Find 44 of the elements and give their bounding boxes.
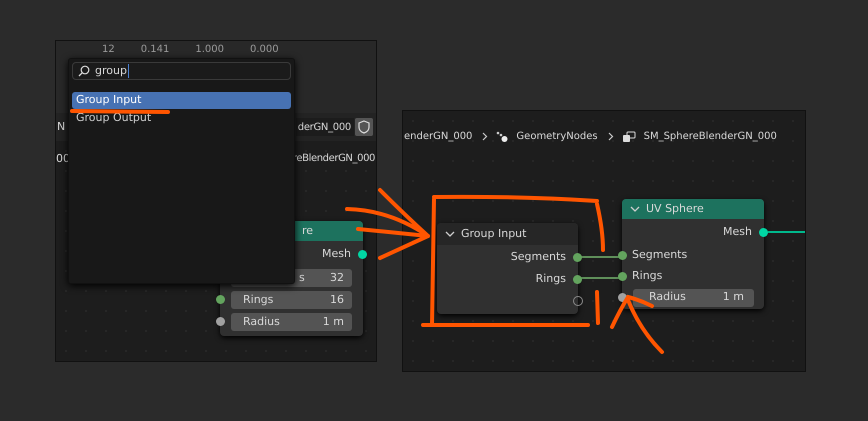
breadcrumb-item[interactable]: enderGN_000 [404,129,472,144]
breadcrumb-item[interactable]: SM_SphereBlenderGN_000 [644,129,777,144]
socket-label: Segments [510,248,566,265]
value-field[interactable]: Radius 1 m [231,313,352,331]
search-result[interactable]: Group Output [72,110,291,127]
chevron-right-icon [608,132,614,141]
table-cell-text: 0.141 [140,43,170,57]
node-card[interactable]: Group Input Segments Rings [437,223,578,314]
socket[interactable] [759,228,768,237]
socket-label: Mesh [723,224,752,240]
search-icon [78,65,90,77]
socket-label: Rings [632,268,662,284]
node-header[interactable]: UV Sphere [622,199,764,219]
text-cursor [128,64,129,78]
socket-label: Segments [632,247,688,264]
name-field[interactable]: derGN_000 [296,118,354,136]
search-field[interactable]: group [72,62,291,80]
chevron-right-icon [482,132,488,141]
socket-label: Mesh [322,246,351,262]
breadcrumb-item[interactable]: GeometryNodes [516,129,598,144]
node-link [768,231,805,233]
socket[interactable] [618,251,627,260]
value-field[interactable]: Radius 1 m [633,288,754,306]
socket[interactable] [618,272,627,281]
object-icon [622,130,636,142]
socket[interactable] [358,250,367,259]
search-result[interactable]: Group Input [72,92,291,109]
socket-label: Rings [536,270,566,287]
socket[interactable] [573,253,582,262]
hand-drawn-tick [595,290,600,325]
shield-icon[interactable] [355,118,373,136]
node-card[interactable]: UV Sphere Mesh Segments Rings Radius 1 m [622,199,764,309]
tree-name: reBlenderGN_000 [292,152,375,166]
nodes-icon [496,130,508,142]
table-cell-text: 1.000 [195,43,224,57]
chevron-icon[interactable] [445,231,455,237]
socket[interactable] [573,275,582,284]
table-cell-text: 0.000 [250,43,279,57]
node-header[interactable]: Group Input [437,223,578,245]
header-text: N [56,118,66,135]
socket[interactable] [216,317,225,326]
empty-socket[interactable] [573,296,583,306]
socket[interactable] [216,295,225,304]
value-field[interactable]: Rings 16 [231,291,352,309]
